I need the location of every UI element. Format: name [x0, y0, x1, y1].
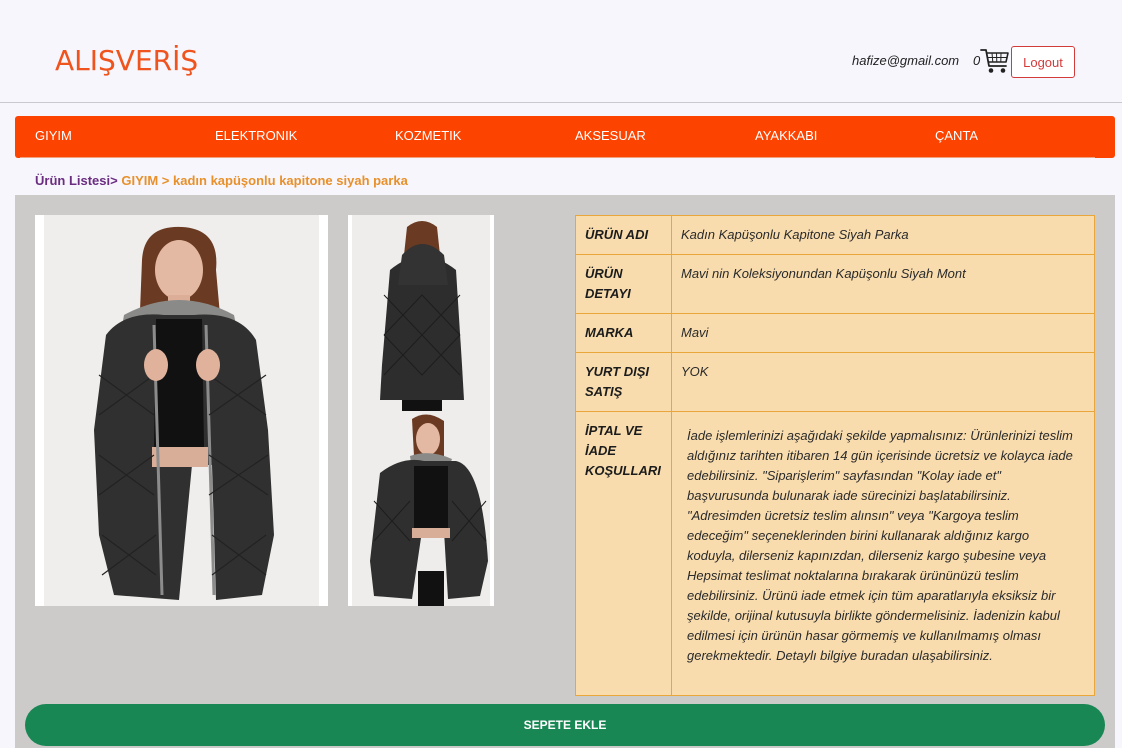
product-photo-side [352, 411, 490, 606]
site-logo[interactable]: ALIŞVERİŞ [55, 44, 198, 77]
breadcrumb-separator: > [158, 173, 174, 188]
breadcrumb-category-link[interactable]: GIYIM [121, 173, 158, 188]
nav-item-aksesuar[interactable]: AKSESUAR [575, 128, 646, 143]
breadcrumb-separator: > [110, 173, 118, 188]
detail-key: ÜRÜN DETAYI [575, 254, 672, 314]
breadcrumb-root-link[interactable]: Ürün Listesi [35, 173, 110, 188]
add-to-cart-button[interactable]: SEPETE EKLE [25, 704, 1105, 746]
nav-item-kozmetik[interactable]: KOZMETIK [395, 128, 461, 143]
product-details-table: ÜRÜN ADI Kadın Kapüşonlu Kapitone Siyah … [575, 215, 1095, 696]
nav-item-elektronik[interactable]: ELEKTRONIK [215, 128, 297, 143]
table-row: ÜRÜN ADI Kadın Kapüşonlu Kapitone Siyah … [575, 215, 1095, 255]
breadcrumb: Ürün Listesi> GIYIM > kadın kapüşonlu ka… [35, 173, 408, 188]
detail-key: ÜRÜN ADI [575, 215, 672, 255]
return-policy-text: İade işlemlerinizi aşağıdaki şekilde yap… [671, 411, 1095, 696]
detail-key: İPTAL VE İADE KOŞULLARI [575, 411, 672, 696]
table-row: MARKA Mavi [575, 313, 1095, 353]
nav-item-canta[interactable]: ÇANTA [935, 128, 978, 143]
product-main-image[interactable] [35, 215, 328, 606]
user-email: hafize@gmail.com [852, 53, 960, 68]
table-row: ÜRÜN DETAYI Mavi nin Koleksiyonundan Kap… [575, 254, 1095, 314]
nav-item-ayakkabi[interactable]: AYAKKABI [755, 128, 817, 143]
nav-divider [20, 157, 1095, 158]
detail-key: MARKA [575, 313, 672, 353]
table-row: İPTAL VE İADE KOŞULLARI İade işlemlerini… [575, 411, 1095, 696]
product-photo-back [352, 215, 490, 411]
detail-value: Mavi nin Koleksiyonundan Kapüşonlu Siyah… [671, 254, 1095, 314]
detail-value: Mavi [671, 313, 1095, 353]
detail-key: YURT DIŞI SATIŞ [575, 352, 672, 412]
breadcrumb-current-product: kadın kapüşonlu kapitone siyah parka [173, 173, 408, 188]
product-photo-front [44, 215, 319, 606]
nav-item-giyim[interactable]: GIYIM [35, 128, 72, 143]
table-row: YURT DIŞI SATIŞ YOK [575, 352, 1095, 412]
site-header: ALIŞVERİŞ hafize@gmail.com 0 Logout [0, 0, 1122, 103]
product-thumbnail-back[interactable] [348, 215, 494, 411]
detail-value: YOK [671, 352, 1095, 412]
product-thumbnail-side[interactable] [348, 411, 494, 606]
logout-button[interactable]: Logout [1011, 46, 1075, 78]
detail-value: Kadın Kapüşonlu Kapitone Siyah Parka [671, 215, 1095, 255]
category-nav: GIYIM ELEKTRONIK KOZMETIK AKSESUAR AYAKK… [15, 116, 1115, 158]
shopping-cart-icon[interactable] [980, 47, 1010, 75]
